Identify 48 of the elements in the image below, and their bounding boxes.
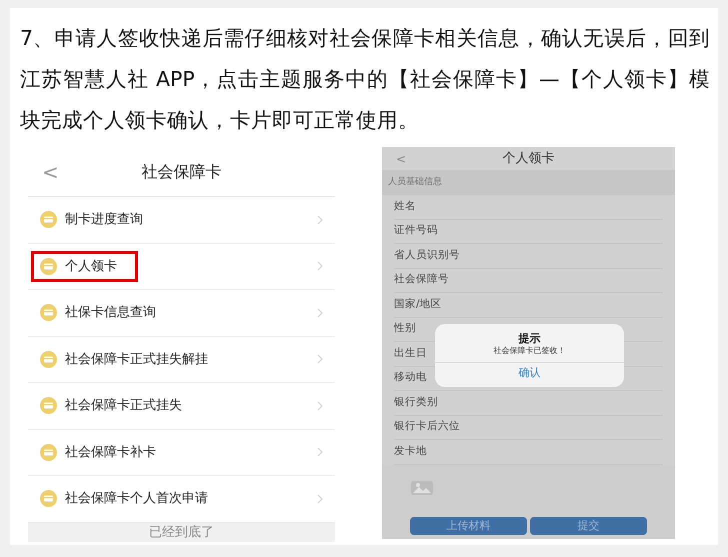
chevron-right-icon [317,447,323,458]
menu-item-label: 制卡进度查询 [65,211,143,229]
card-icon [40,211,57,228]
chevron-right-icon [317,308,323,318]
chevron-right-icon [317,354,323,364]
dialog-message: 社会保障卡已签收！ [494,345,566,356]
chevron-right-icon [317,400,323,411]
field-label: 出生日 [394,346,427,361]
card-icon [40,258,57,275]
menu-item[interactable]: 社会保障卡正式挂失解挂 [28,336,335,383]
field-label: 省人员识别号 [394,248,460,263]
chevron-right-icon [317,494,323,504]
menu-item-label: 社保卡信息查询 [65,304,156,322]
field-label: 姓名 [394,198,416,214]
field-label: 社会保障号 [394,272,449,288]
field-label: 性别 [394,321,416,336]
menu-item-label: 社会保障卡正式挂失解挂 [65,350,208,368]
menu-item-label: 社会保障卡正式挂失 [65,397,182,415]
field-label: 发卡地 [394,444,427,459]
dialog-title: 提示 [518,332,540,345]
field-label: 银行类别 [394,394,438,410]
menu-item[interactable]: 社会保障卡正式挂失 [28,383,335,430]
image-icon[interactable] [410,478,434,496]
field-label: 移动电 [394,370,427,386]
end-of-list-text: 已经到底了 [149,524,214,542]
card-icon [40,490,57,508]
screen-title: 社会保障卡 [140,160,222,182]
menu-item-label: 个人领卡 [65,258,117,276]
instruction-paragraph: 7、申请人签收快递后需仔细核对社会保障卡相关信息，确认无误后，回到江苏智慧人社 APP，点击主题服务中的【社会保障卡】—【个人领卡】模块完成个人领卡确认，卡片即可正常使用。 [20,25,710,134]
menu-item-label: 社会保障卡补卡 [65,444,156,462]
chevron-right-icon [317,214,323,225]
menu-item[interactable]: 个人领卡 [28,244,335,290]
field-label: 国家/地区 [394,296,442,312]
card-icon [40,350,57,368]
section-heading: 人员基础信息 [388,176,442,189]
menu-item[interactable]: 制卡进度查询 [28,197,335,244]
card-icon [40,397,57,414]
menu-item[interactable]: 社会保障卡个人首次申请 [28,476,335,522]
field-label: 银行卡后六位 [394,419,460,434]
card-icon [40,444,57,461]
menu-item[interactable]: 社会保障卡补卡 [28,430,335,476]
chevron-right-icon [317,261,323,272]
confirm-button[interactable]: 确认 [512,363,546,383]
card-icon [40,304,57,322]
screen-title: 个人领卡 [502,150,556,168]
menu-item-label: 社会保障卡个人首次申请 [65,490,208,508]
field-label: 证件号码 [394,223,438,238]
menu-item[interactable]: 社保卡信息查询 [28,290,335,336]
